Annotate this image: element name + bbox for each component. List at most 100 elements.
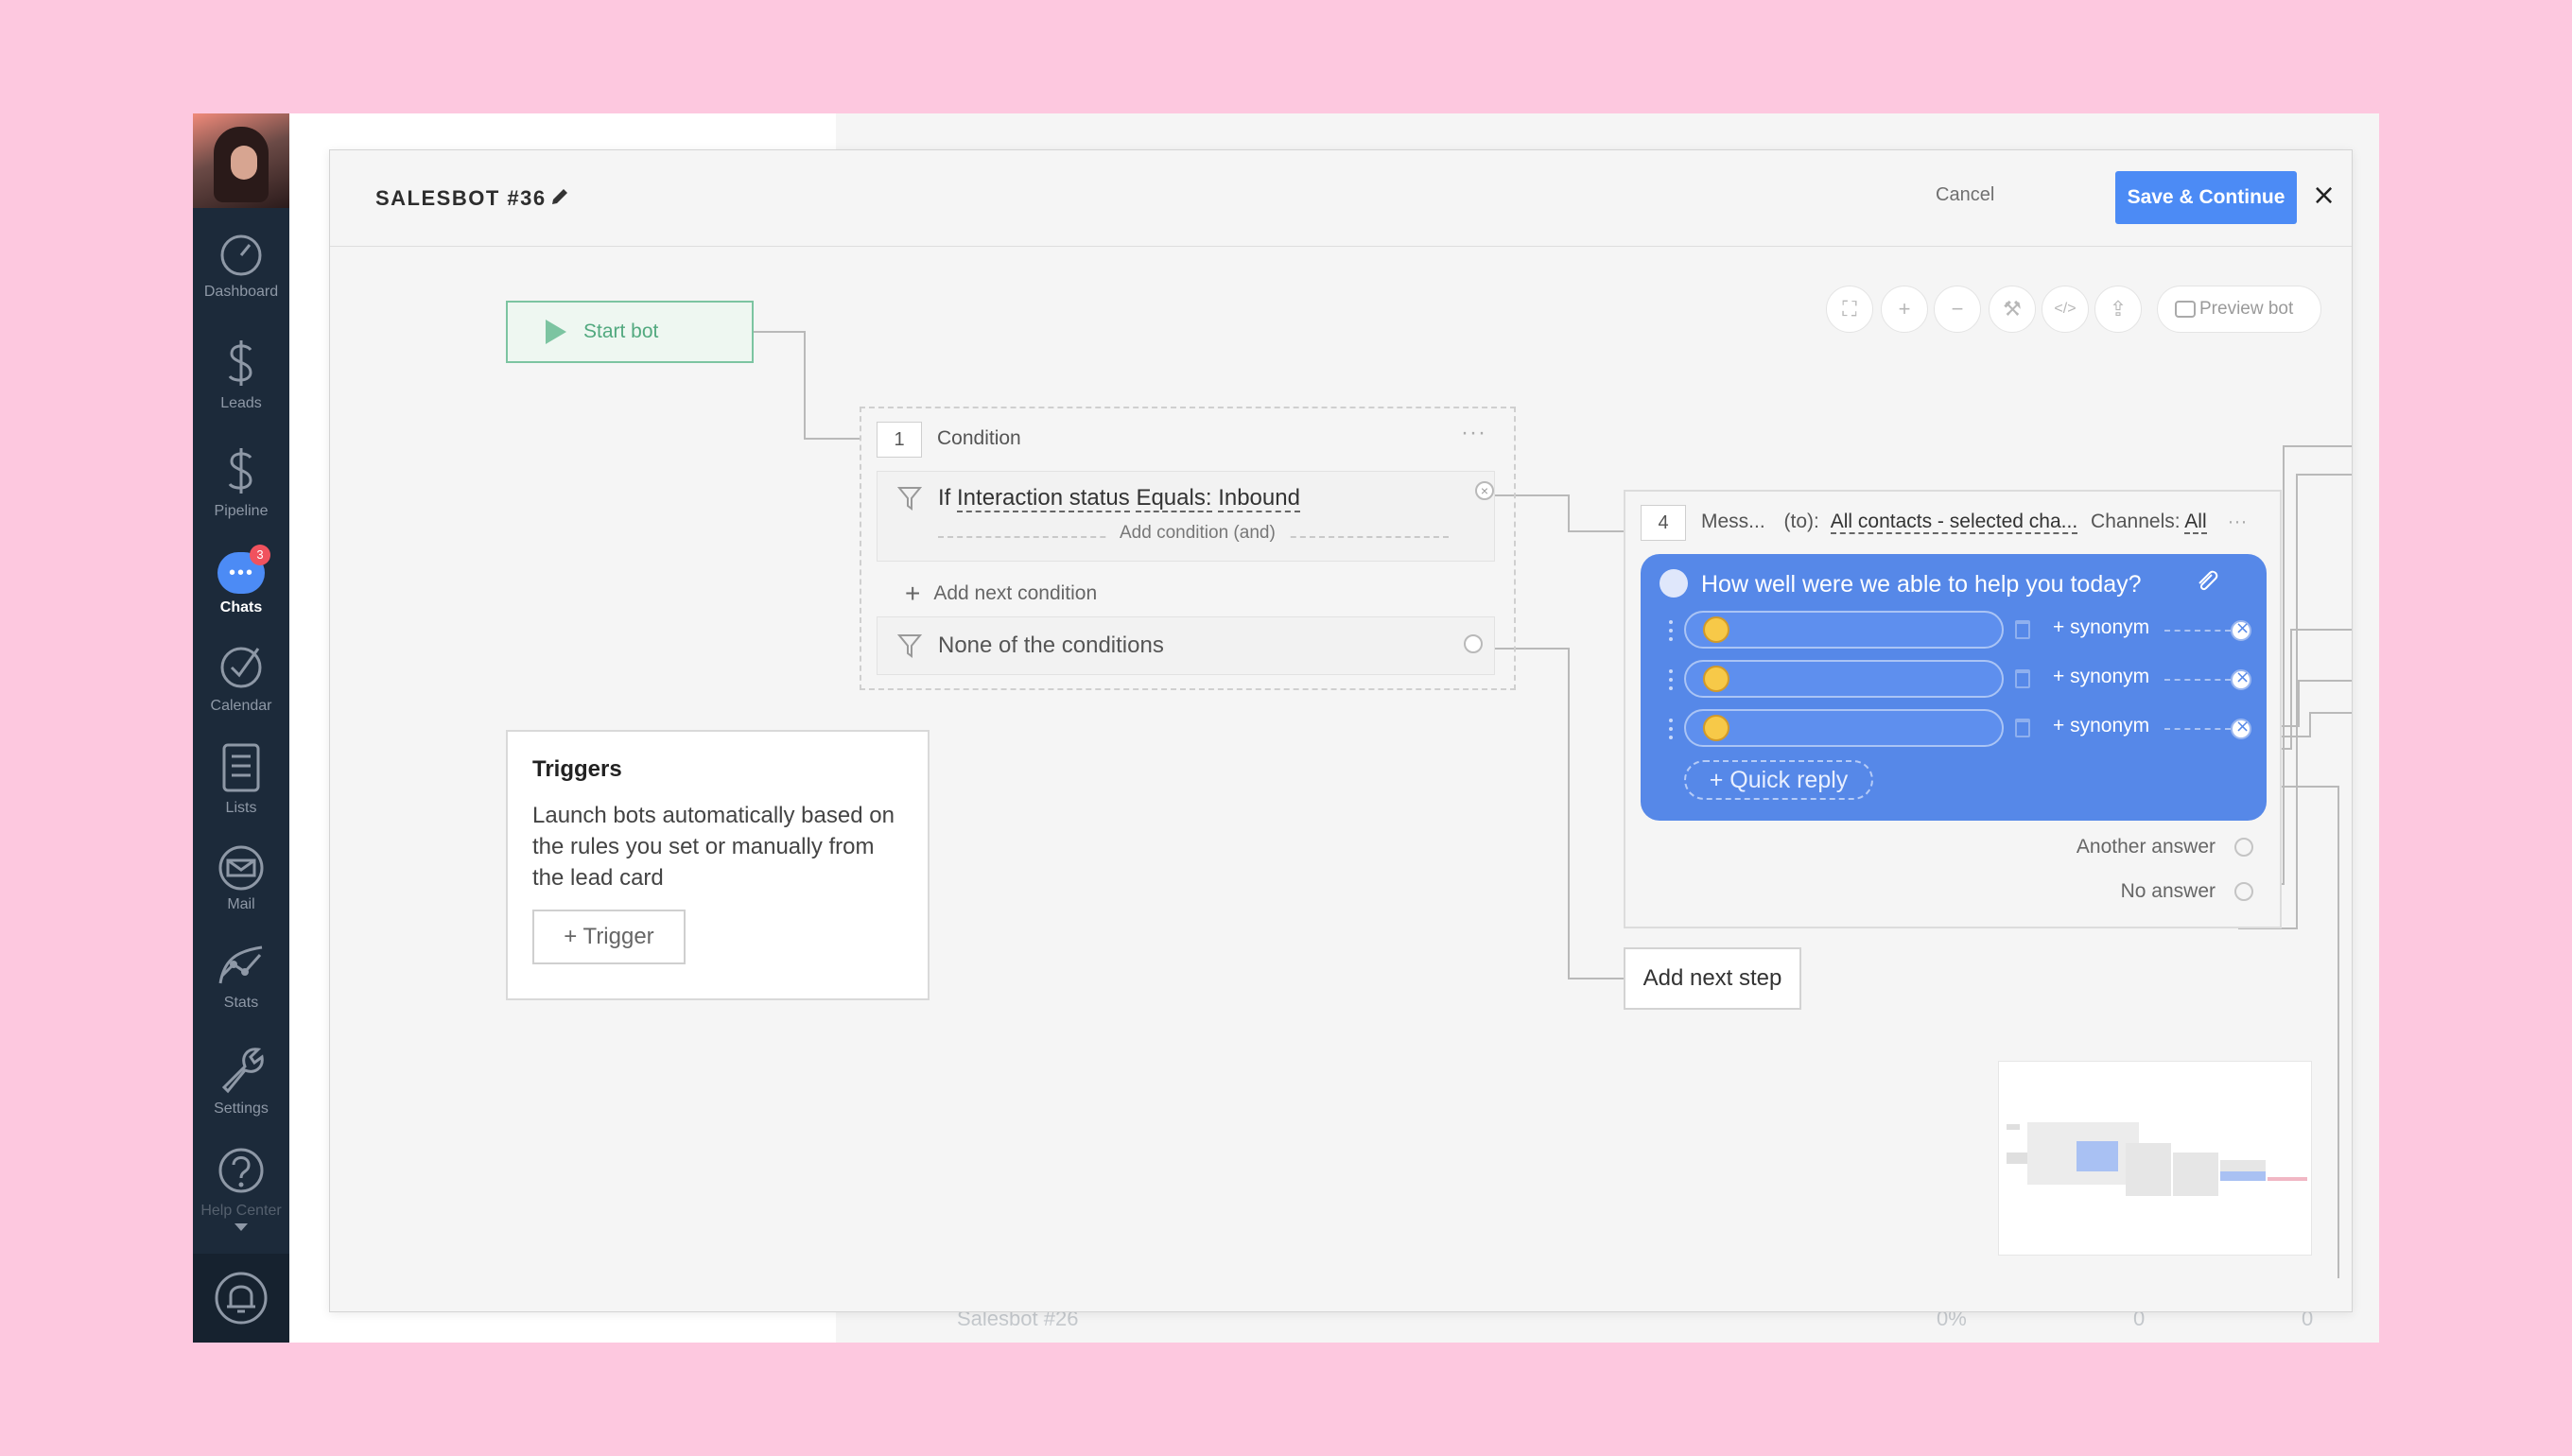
sidebar: Dashboard Leads Pipeline ••• 3 Chats Cal… (193, 113, 289, 1343)
filter-icon (896, 634, 923, 658)
chevron-down-icon[interactable] (235, 1223, 248, 1231)
add-synonym-button[interactable]: + synonym (2053, 616, 2149, 639)
triggers-title: Triggers (532, 756, 622, 782)
message-step[interactable]: 4 Mess... (to): All contacts - selected … (1624, 490, 2282, 928)
drag-handle-icon[interactable] (1669, 620, 1673, 641)
magic-wand-icon[interactable]: ⚒ (1989, 286, 2036, 333)
trash-icon[interactable] (2015, 620, 2030, 639)
trash-icon[interactable] (2015, 719, 2030, 737)
sidebar-item-lists[interactable]: Lists (193, 741, 289, 817)
add-trigger-button[interactable]: + Trigger (532, 910, 686, 964)
avatar[interactable] (193, 113, 289, 208)
notifications-button[interactable] (193, 1254, 289, 1343)
bot-canvas[interactable]: ⛶ + − ⚒ </> ⇪ Preview bot Start bot 1 Co… (330, 248, 2352, 1312)
none-of-conditions-label: None of the conditions (938, 633, 1164, 658)
pencil-icon[interactable] (549, 186, 570, 207)
add-condition-and[interactable]: Add condition (and) (938, 523, 1449, 555)
canvas-minimap[interactable] (1998, 1061, 2312, 1256)
add-next-step-button[interactable]: Add next step (1624, 947, 1801, 1010)
to-label: (to): (1783, 511, 1819, 532)
code-icon[interactable]: </> (2042, 286, 2089, 333)
condition-value[interactable]: Inbound (1218, 485, 1300, 512)
none-of-conditions-rule[interactable]: None of the conditions (877, 616, 1495, 675)
step-menu-icon[interactable]: ··· (1461, 420, 1486, 446)
step-menu-icon[interactable]: ··· (2227, 511, 2247, 532)
reply-output-port[interactable] (2231, 667, 2251, 690)
condition-rule[interactable]: If Interaction status Equals: Inbound Ad… (877, 471, 1495, 562)
quick-reply-option[interactable] (1684, 611, 2004, 649)
add-next-condition-label: Add next condition (933, 582, 1098, 604)
help-icon (218, 1148, 264, 1193)
sidebar-item-dashboard[interactable]: Dashboard (193, 233, 289, 301)
reply-connector (2164, 630, 2231, 632)
condition-operator[interactable]: Equals: (1136, 485, 1212, 512)
sidebar-item-label: Stats (223, 995, 259, 1011)
reply-output-port[interactable] (2231, 618, 2251, 641)
condition-if: If (938, 485, 958, 511)
sidebar-item-settings[interactable]: Settings (193, 1042, 289, 1118)
close-icon[interactable]: × (2312, 179, 2336, 212)
sidebar-item-help-center[interactable]: Help Center (193, 1144, 289, 1231)
sidebar-item-label: Mail (227, 896, 255, 912)
neutral-face-icon (1703, 666, 1729, 692)
message-bubble[interactable]: How well were we able to help you today?… (1641, 554, 2267, 821)
condition-text[interactable]: If Interaction status Equals: Inbound (938, 485, 1300, 512)
cancel-button[interactable]: Cancel (1936, 184, 1994, 206)
sidebar-item-pipeline[interactable]: Pipeline (193, 444, 289, 520)
add-synonym-button[interactable]: + synonym (2053, 715, 2149, 737)
reply-connector (2164, 728, 2231, 730)
attachment-icon[interactable] (2195, 567, 2219, 596)
step-number: 1 (877, 422, 922, 458)
fullscreen-icon[interactable]: ⛶ (1826, 286, 1873, 333)
sidebar-item-label: Dashboard (203, 284, 279, 300)
channels-link[interactable]: All (2184, 511, 2207, 534)
another-answer-port[interactable] (2234, 838, 2253, 857)
quick-reply-option[interactable] (1684, 709, 2004, 747)
message-text[interactable]: How well were we able to help you today? (1701, 571, 2142, 598)
sidebar-item-label: Leads (220, 395, 262, 411)
sidebar-item-label: Lists (225, 800, 257, 816)
unread-badge: 3 (250, 545, 270, 565)
list-icon (222, 743, 260, 792)
add-next-condition-button[interactable]: + Add next condition (905, 579, 1097, 609)
recipients-link[interactable]: All contacts - selected cha... (1830, 511, 2078, 534)
no-answer-port[interactable] (2234, 882, 2253, 901)
play-icon (546, 320, 566, 344)
none-output-port[interactable] (1464, 634, 1483, 653)
zoom-out-icon[interactable]: − (1934, 286, 1981, 333)
checkmark-icon (220, 647, 262, 688)
sidebar-item-calendar[interactable]: Calendar (193, 643, 289, 715)
export-icon[interactable]: ⇪ (2094, 286, 2142, 333)
step-number: 4 (1641, 505, 1686, 541)
condition-output-port[interactable]: × (1475, 481, 1494, 500)
drag-handle-icon[interactable] (1669, 669, 1673, 690)
bot-avatar-icon (1660, 569, 1688, 598)
add-condition-and-label: Add condition (and) (1108, 523, 1287, 544)
start-bot-node[interactable]: Start bot (506, 301, 754, 363)
save-continue-button[interactable]: Save & Continue (2115, 171, 2297, 224)
add-quick-reply-button[interactable]: + Quick reply (1684, 760, 1873, 800)
bell-icon (215, 1272, 268, 1325)
condition-field[interactable]: Interaction status (957, 485, 1130, 512)
preview-bot-label: Preview bot (2199, 299, 2294, 319)
robot-icon (2175, 301, 2196, 318)
zoom-in-icon[interactable]: + (1881, 286, 1928, 333)
sidebar-item-label: Help Center (200, 1203, 282, 1219)
add-synonym-button[interactable]: + synonym (2053, 666, 2149, 688)
preview-bot-button[interactable]: Preview bot (2157, 286, 2321, 333)
drag-handle-icon[interactable] (1669, 719, 1673, 739)
quick-reply-option[interactable] (1684, 660, 2004, 698)
sidebar-item-mail[interactable]: Mail (193, 845, 289, 913)
modal-header: SALESBOT #36 Cancel Save & Continue × (330, 150, 2352, 247)
trash-icon[interactable] (2015, 669, 2030, 688)
sidebar-item-leads[interactable]: Leads (193, 337, 289, 412)
sidebar-item-stats[interactable]: Stats (193, 942, 289, 1012)
message-step-header: Mess... (to): All contacts - selected ch… (1701, 511, 2247, 534)
stats-icon (218, 945, 263, 984)
condition-step[interactable]: 1 Condition ··· If Interaction status Eq… (860, 407, 1516, 690)
another-answer-label: Another answer (2076, 836, 2216, 858)
triggers-description: Launch bots automatically based on the r… (532, 803, 895, 891)
start-bot-label: Start bot (583, 321, 659, 342)
reply-output-port[interactable] (2231, 717, 2251, 739)
sidebar-item-chats[interactable]: ••• 3 Chats (193, 545, 289, 616)
